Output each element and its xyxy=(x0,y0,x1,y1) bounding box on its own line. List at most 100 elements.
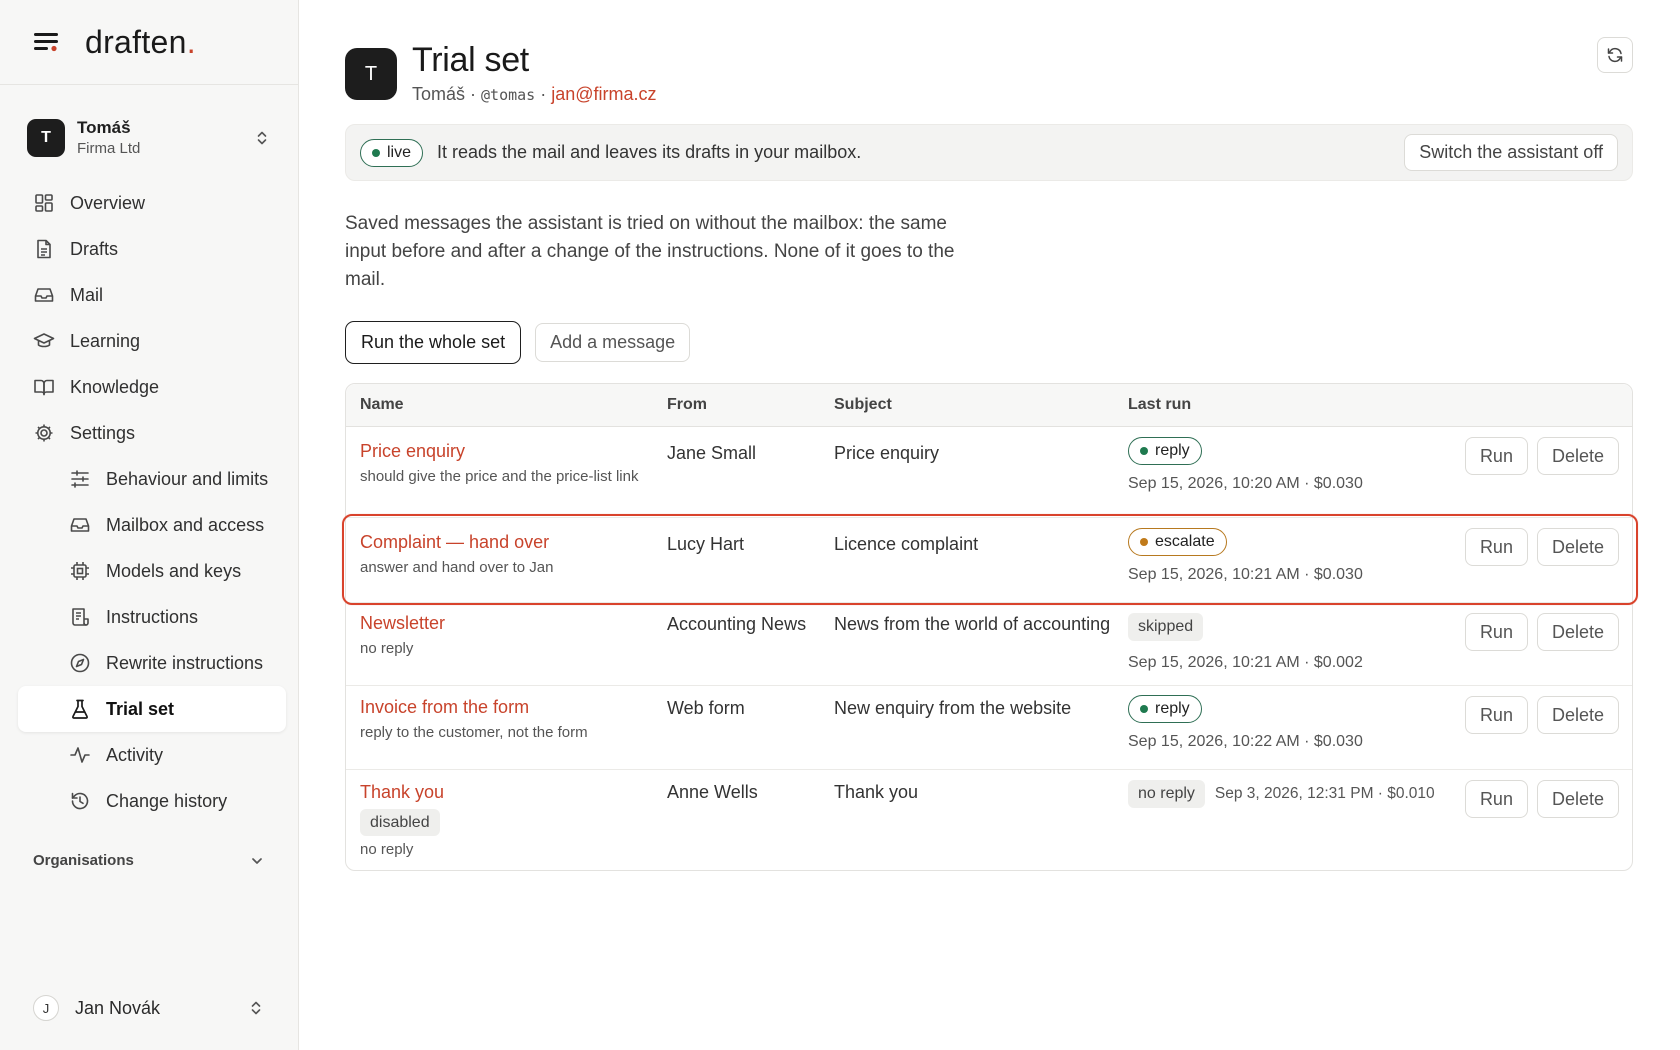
scroll-text-icon xyxy=(69,606,91,628)
chip-icon xyxy=(69,560,91,582)
sidebar-item-activity[interactable]: Activity xyxy=(18,732,286,778)
organisations-toggle[interactable]: Organisations xyxy=(33,852,265,869)
column-header-last-run: Last run xyxy=(1128,396,1192,413)
switch-assistant-off-button[interactable]: Switch the assistant off xyxy=(1404,134,1618,171)
document-icon xyxy=(33,238,55,260)
sidebar-nav: Overview Drafts Mail Learning Knowledge … xyxy=(18,180,286,824)
status-badge: live xyxy=(360,138,424,167)
status-label: live xyxy=(387,143,412,161)
row-description: no reply xyxy=(360,640,414,657)
row-name-link[interactable]: Thank you xyxy=(360,781,650,804)
result-badge: skipped xyxy=(1128,613,1204,641)
result-badge: escalate xyxy=(1128,528,1227,556)
refresh-button[interactable] xyxy=(1597,37,1633,73)
sidebar-item-trial-set[interactable]: Trial set xyxy=(18,686,286,732)
owner-name: Tomáš xyxy=(412,84,466,104)
row-from: Anne Wells xyxy=(667,782,758,802)
gear-icon xyxy=(33,422,55,444)
result-dot xyxy=(1140,705,1148,713)
run-button[interactable]: Run xyxy=(1464,613,1528,651)
sidebar-item-history[interactable]: Change history xyxy=(18,778,286,824)
assistant-status-banner: live It reads the mail and leaves its dr… xyxy=(345,124,1633,181)
sidebar-item-mailbox[interactable]: Mailbox and access xyxy=(18,502,286,548)
column-header-name: Name xyxy=(360,396,404,413)
delete-button[interactable]: Delete xyxy=(1536,437,1619,475)
flask-icon xyxy=(69,698,91,720)
result-dot xyxy=(1140,538,1148,546)
column-header-subject: Subject xyxy=(834,396,892,413)
sidebar-item-overview[interactable]: Overview xyxy=(18,180,286,226)
run-button[interactable]: Run xyxy=(1464,437,1528,475)
sidebar-item-label: Drafts xyxy=(70,238,119,259)
result-badge: reply xyxy=(1128,437,1202,465)
row-description: reply to the customer, not the form xyxy=(360,724,588,741)
result-label: escalate xyxy=(1155,533,1215,550)
sidebar-item-label: Change history xyxy=(106,790,228,811)
run-button[interactable]: Run xyxy=(1464,780,1528,818)
compass-icon xyxy=(69,652,91,674)
sidebar-item-label: Mailbox and access xyxy=(106,514,265,535)
row-name-link[interactable]: Price enquiry xyxy=(360,440,650,463)
action-bar: Run the whole set Add a message xyxy=(345,321,691,364)
sidebar-item-label: Mail xyxy=(70,284,104,305)
sidebar-item-learning[interactable]: Learning xyxy=(18,318,286,364)
delete-button[interactable]: Delete xyxy=(1536,613,1619,651)
result-dot xyxy=(1140,447,1148,455)
row-description: should give the price and the price-list… xyxy=(360,468,639,485)
sidebar-item-label: Settings xyxy=(70,422,136,443)
delete-button[interactable]: Delete xyxy=(1536,696,1619,734)
delete-button[interactable]: Delete xyxy=(1536,780,1619,818)
row-subject: News from the world of accounting xyxy=(834,614,1111,634)
sidebar-item-label: Learning xyxy=(70,330,141,351)
sidebar-item-instructions[interactable]: Instructions xyxy=(18,594,286,640)
sidebar-item-label: Knowledge xyxy=(70,376,160,397)
sidebar-item-settings[interactable]: Settings xyxy=(18,410,286,456)
sidebar-item-label: Behaviour and limits xyxy=(106,468,269,489)
logo-text: draften xyxy=(85,23,187,60)
delete-button[interactable]: Delete xyxy=(1536,528,1619,566)
sidebar: draften. T Tomáš Firma Ltd Overview Draf… xyxy=(0,0,299,1050)
table-row: Complaint — hand over answer and hand ov… xyxy=(346,518,1632,603)
row-from: Lucy Hart xyxy=(667,534,745,554)
sidebar-item-mail[interactable]: Mail xyxy=(18,272,286,318)
book-icon xyxy=(33,376,55,398)
table-header: Name From Subject Last run xyxy=(346,384,1632,427)
sliders-icon xyxy=(69,468,91,490)
sidebar-item-models[interactable]: Models and keys xyxy=(18,548,286,594)
logo-dot: . xyxy=(186,23,196,60)
add-message-button[interactable]: Add a message xyxy=(535,323,691,362)
sidebar-item-rewrite[interactable]: Rewrite instructions xyxy=(18,640,286,686)
banner-text: It reads the mail and leaves its drafts … xyxy=(437,142,862,162)
sidebar-item-behaviour[interactable]: Behaviour and limits xyxy=(18,456,286,502)
owner-handle: @tomas xyxy=(481,86,536,104)
sidebar-item-drafts[interactable]: Drafts xyxy=(18,226,286,272)
meta-separator: · xyxy=(535,84,552,104)
page-header: T Trial set Tomáš · @tomas · jan@firma.c… xyxy=(345,40,657,105)
user-menu[interactable]: J Jan Novák xyxy=(33,993,265,1023)
result-label: reply xyxy=(1155,442,1190,459)
page-meta: Tomáš · @tomas · jan@firma.cz xyxy=(412,84,657,105)
column-header-from: From xyxy=(667,396,707,413)
brand-bar: draften. xyxy=(0,0,298,85)
account-switcher[interactable]: T Tomáš Firma Ltd xyxy=(27,113,271,163)
chevron-up-down-icon xyxy=(253,129,271,147)
run-whole-set-button[interactable]: Run the whole set xyxy=(345,321,522,364)
result-badge: reply xyxy=(1128,695,1202,723)
row-name-link[interactable]: Complaint — hand over xyxy=(360,531,650,554)
run-button[interactable]: Run xyxy=(1464,696,1528,734)
row-subject: Price enquiry xyxy=(834,443,940,463)
row-name-link[interactable]: Invoice from the form xyxy=(360,696,650,719)
row-name-link[interactable]: Newsletter xyxy=(360,612,650,635)
page-avatar: T xyxy=(345,48,397,100)
sidebar-item-knowledge[interactable]: Knowledge xyxy=(18,364,286,410)
menu-icon[interactable] xyxy=(33,29,59,55)
history-icon xyxy=(69,790,91,812)
sidebar-item-label: Rewrite instructions xyxy=(106,652,264,673)
owner-email-link[interactable]: jan@firma.cz xyxy=(551,84,656,104)
logo[interactable]: draften. xyxy=(85,24,196,61)
refresh-icon xyxy=(1606,46,1624,64)
row-subject: Thank you xyxy=(834,782,919,802)
sidebar-item-label: Instructions xyxy=(106,606,199,627)
run-button[interactable]: Run xyxy=(1464,528,1528,566)
result-badge: no reply xyxy=(1128,780,1205,808)
